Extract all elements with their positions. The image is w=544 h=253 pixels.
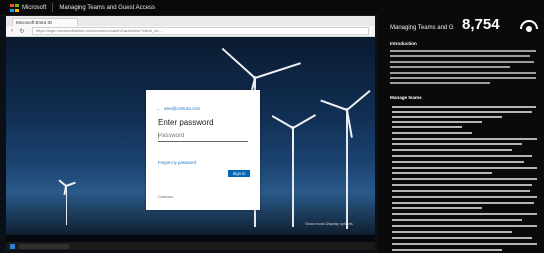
step-line — [392, 196, 537, 198]
step-line — [392, 178, 537, 180]
step-line — [392, 106, 536, 108]
url-input[interactable]: https://login.microsoftonline.com/common… — [32, 27, 369, 35]
forgot-password-link[interactable]: Forgot my password — [158, 160, 196, 165]
org-footer: Contoso — [158, 194, 173, 199]
sign-in-dialog: ← user@contoso.com Enter password | Forg… — [146, 90, 260, 210]
section-heading-introduction: Introduction — [390, 41, 417, 46]
lab-title: Managing Teams and Guest Access — [59, 4, 155, 11]
step-line — [392, 138, 537, 140]
intro-text-line — [390, 77, 536, 79]
step-line — [392, 231, 512, 233]
step-line — [392, 249, 502, 251]
enter-password-heading: Enter password — [158, 118, 214, 127]
step-line — [392, 126, 462, 128]
view-count: 8,754 — [462, 16, 500, 33]
virtual-machine-screen[interactable]: Microsoft Entra ID ‹ ↻ https://login.mic… — [6, 16, 375, 250]
step-line — [392, 219, 522, 221]
eye-icon — [519, 17, 539, 38]
brand-label: Microsoft — [22, 4, 47, 11]
text-cursor: | — [158, 133, 160, 139]
step-line — [392, 111, 532, 113]
step-line — [392, 213, 537, 215]
account-email: user@contoso.com — [164, 106, 201, 111]
step-line — [392, 121, 482, 123]
password-input[interactable] — [158, 131, 248, 142]
panel-title: Managing Teams and G — [390, 25, 454, 31]
instructions-panel: Managing Teams and G 8,754 Introduction … — [378, 14, 544, 253]
intro-text-line — [390, 72, 536, 74]
browser-tab[interactable]: Microsoft Entra ID — [12, 18, 78, 26]
microsoft-logo-icon — [10, 3, 19, 12]
intro-text-line — [390, 50, 536, 52]
intro-text-line — [390, 55, 530, 57]
back-icon[interactable]: ‹ — [8, 28, 16, 34]
title-divider — [52, 3, 54, 12]
step-line — [392, 132, 472, 134]
taskbar-search[interactable] — [19, 243, 69, 249]
step-line — [392, 225, 537, 227]
browser-tab-strip: Microsoft Entra ID — [6, 16, 375, 26]
step-line — [392, 237, 532, 239]
back-arrow-icon[interactable]: ← — [156, 106, 161, 112]
step-line — [392, 184, 532, 186]
windows-taskbar — [6, 242, 375, 250]
step-line — [392, 167, 537, 169]
step-line — [392, 116, 502, 118]
step-line — [392, 155, 532, 157]
browser-address-bar: ‹ ↻ https://login.microsoftonline.com/co… — [6, 26, 375, 37]
step-line — [392, 243, 537, 245]
lab-window: Microsoft Managing Teams and Guest Acces… — [0, 0, 544, 253]
step-line — [392, 207, 482, 209]
step-line — [392, 172, 492, 174]
start-icon[interactable] — [10, 243, 15, 249]
step-line — [392, 202, 534, 204]
intro-text-line — [390, 61, 534, 63]
section-heading-manage-teams: Manage teams — [390, 95, 422, 100]
sign-in-button[interactable]: Sign in — [228, 170, 250, 177]
intro-text-line — [390, 82, 490, 84]
step-line — [392, 161, 524, 163]
refresh-icon[interactable]: ↻ — [18, 28, 26, 35]
step-line — [392, 190, 530, 192]
step-line — [392, 143, 522, 145]
vm-overlay-controls[interactable]: Show tools Display options — [305, 221, 353, 226]
step-line — [392, 149, 512, 151]
intro-text-line — [390, 66, 510, 68]
